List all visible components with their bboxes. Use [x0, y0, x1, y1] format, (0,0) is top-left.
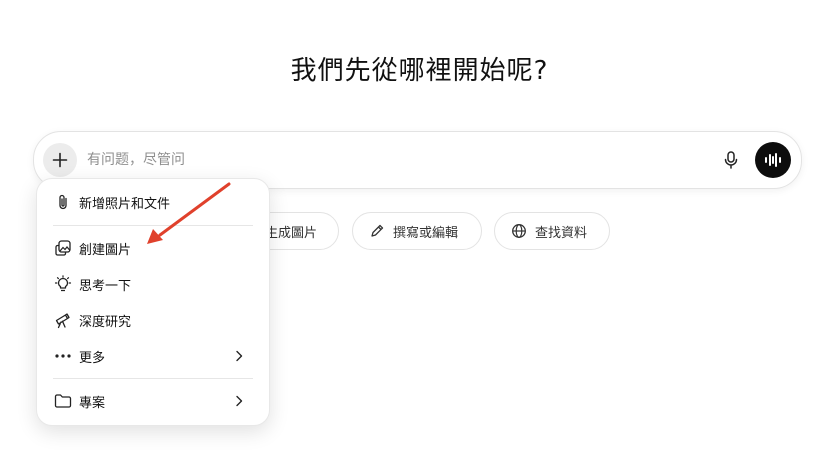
chevron-right-icon	[236, 350, 243, 362]
chip-search[interactable]: 查找資料	[494, 212, 610, 250]
microphone-icon	[724, 151, 738, 169]
menu-item-projects[interactable]: 專案	[45, 385, 261, 417]
menu-item-create-image[interactable]: 創建圖片	[45, 232, 261, 264]
menu-item-label: 創建圖片	[79, 242, 132, 258]
add-attachment-button[interactable]	[43, 143, 77, 177]
globe-icon	[512, 224, 526, 238]
menu-item-think[interactable]: 思考一下	[45, 268, 261, 300]
page-headline: 我們先從哪裡開始呢?	[290, 56, 549, 86]
menu-item-label: 深度研究	[79, 314, 132, 330]
menu-item-deep-research[interactable]: 深度研究	[45, 304, 261, 336]
chip-label: 撰寫或編輯	[393, 225, 459, 241]
attachment-menu: 新增照片和文件 創建圖片 思考一下 深度研究 更多 專案	[36, 178, 270, 426]
lightbulb-icon	[53, 274, 73, 294]
telescope-icon	[53, 310, 73, 330]
menu-item-label: 新增照片和文件	[79, 196, 171, 212]
chevron-right-icon	[236, 395, 243, 407]
plus-icon	[52, 152, 68, 168]
chip-label: 查找資料	[535, 225, 588, 241]
chip-label: 生成圖片	[265, 225, 318, 241]
chip-write-edit[interactable]: 撰寫或編輯	[352, 212, 482, 250]
menu-item-label: 更多	[79, 350, 106, 366]
menu-item-label: 思考一下	[79, 278, 132, 294]
folder-icon	[53, 391, 73, 411]
menu-divider	[53, 225, 253, 226]
dictate-button[interactable]	[719, 148, 743, 172]
menu-item-add-files[interactable]: 新增照片和文件	[45, 186, 261, 218]
menu-divider	[53, 378, 253, 379]
menu-item-more[interactable]: 更多	[45, 340, 261, 372]
menu-item-label: 專案	[79, 395, 106, 411]
soundwave-icon	[765, 153, 781, 167]
voice-mode-button[interactable]	[755, 142, 791, 178]
prompt-input[interactable]: 有问题，尽管问	[87, 149, 185, 169]
image-icon	[53, 238, 73, 258]
paperclip-icon	[53, 192, 73, 212]
more-icon	[53, 346, 73, 366]
pencil-icon	[371, 224, 384, 237]
